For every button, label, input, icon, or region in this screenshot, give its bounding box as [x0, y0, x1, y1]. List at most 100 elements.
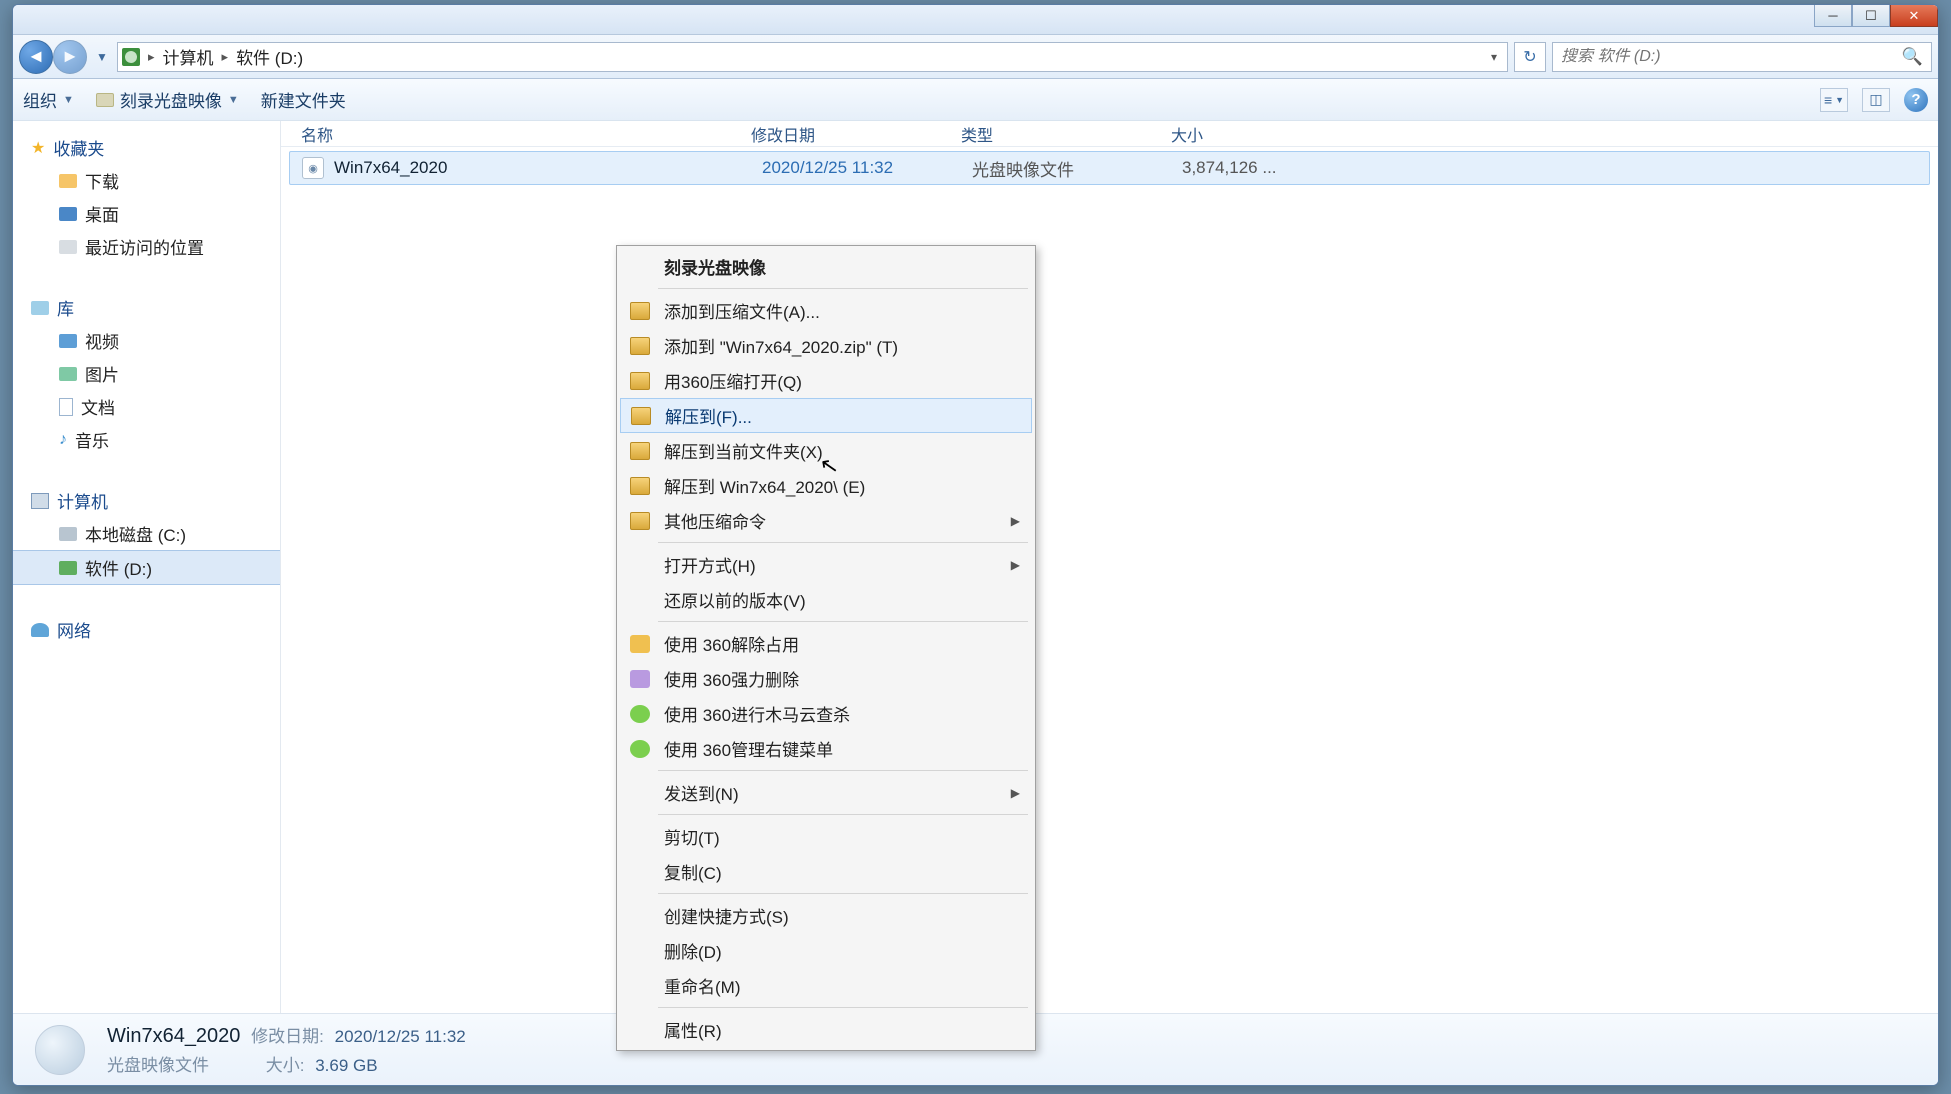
sidebar-libraries: 库 视频 图片 文档 ♪音乐 — [13, 291, 280, 456]
col-name[interactable]: 名称 — [301, 122, 751, 146]
360-icon — [630, 705, 650, 723]
sidebar-item-desktop[interactable]: 桌面 — [13, 197, 280, 230]
location-icon — [122, 48, 140, 66]
close-button[interactable]: ✕ — [1890, 5, 1938, 27]
ctx-extract-to-named[interactable]: 解压到 Win7x64_2020\ (E) — [620, 468, 1032, 503]
window-controls: ─ ☐ ✕ — [1814, 5, 1938, 27]
search-input[interactable] — [1561, 48, 1902, 66]
search-icon: 🔍 — [1902, 47, 1923, 67]
maximize-button[interactable]: ☐ — [1852, 5, 1890, 27]
breadcrumb-sep-icon: ▸ — [222, 49, 229, 65]
search-box[interactable]: 🔍 — [1552, 42, 1932, 72]
new-folder-button[interactable]: 新建文件夹 — [261, 87, 346, 112]
ctx-360-manage-menu[interactable]: 使用 360管理右键菜单 — [620, 731, 1032, 766]
submenu-arrow-icon: ▶ — [1011, 786, 1020, 800]
ctx-add-to-zip[interactable]: 添加到 "Win7x64_2020.zip" (T) — [620, 328, 1032, 363]
titlebar: ─ ☐ ✕ — [13, 5, 1938, 35]
ctx-separator — [658, 770, 1028, 771]
sidebar-network-header[interactable]: 网络 — [13, 613, 280, 646]
preview-pane-button[interactable]: ◫ — [1862, 88, 1890, 112]
ctx-extract-to[interactable]: 解压到(F)... — [620, 398, 1032, 433]
history-dropdown[interactable]: ▼ — [93, 50, 111, 64]
sidebar-item-music[interactable]: ♪音乐 — [13, 423, 280, 456]
sidebar-favorites-header[interactable]: ★ 收藏夹 — [13, 131, 280, 164]
ctx-separator — [658, 893, 1028, 894]
breadcrumb-current[interactable]: 软件 (D:) — [236, 44, 303, 69]
archive-icon — [630, 512, 650, 530]
network-icon — [31, 623, 49, 637]
disc-icon — [96, 93, 114, 107]
sidebar-item-drive-d[interactable]: 软件 (D:) — [13, 550, 280, 585]
chevron-down-icon: ▼ — [228, 94, 239, 106]
ctx-send-to[interactable]: 发送到(N)▶ — [620, 775, 1032, 810]
ctx-360-trojan-scan[interactable]: 使用 360进行木马云查杀 — [620, 696, 1032, 731]
iso-file-icon: ◉ — [302, 157, 324, 179]
ctx-open-with-360zip[interactable]: 用360压缩打开(Q) — [620, 363, 1032, 398]
sidebar-item-drive-c[interactable]: 本地磁盘 (C:) — [13, 517, 280, 550]
sidebar-item-videos[interactable]: 视频 — [13, 324, 280, 357]
archive-icon — [630, 477, 650, 495]
view-options-button[interactable]: ≡ ▼ — [1820, 88, 1848, 112]
sidebar-item-documents[interactable]: 文档 — [13, 390, 280, 423]
details-date-label: 修改日期: — [251, 1027, 324, 1046]
ctx-burn-disc-image[interactable]: 刻录光盘映像 — [620, 249, 1032, 284]
ctx-rename[interactable]: 重命名(M) — [620, 968, 1032, 1003]
refresh-button[interactable]: ↻ — [1514, 42, 1546, 72]
ctx-delete[interactable]: 删除(D) — [620, 933, 1032, 968]
details-text: Win7x64_2020 修改日期: 2020/12/25 11:32 光盘映像… — [107, 1020, 466, 1079]
360-icon — [630, 635, 650, 653]
sidebar-libraries-header[interactable]: 库 — [13, 291, 280, 324]
details-size-value: 3.69 GB — [315, 1056, 377, 1075]
ctx-360-unlock[interactable]: 使用 360解除占用 — [620, 626, 1032, 661]
col-type[interactable]: 类型 — [961, 122, 1171, 146]
col-date[interactable]: 修改日期 — [751, 122, 961, 146]
burn-label: 刻录光盘映像 — [120, 87, 222, 112]
ctx-extract-here[interactable]: 解压到当前文件夹(X) — [620, 433, 1032, 468]
desktop-icon — [59, 207, 77, 221]
library-icon — [31, 301, 49, 315]
col-size[interactable]: 大小 — [1171, 122, 1321, 146]
chevron-down-icon: ▼ — [63, 94, 74, 106]
file-date: 2020/12/25 11:32 — [762, 158, 972, 178]
360-icon — [630, 670, 650, 688]
forward-button[interactable]: ► — [53, 40, 87, 74]
sidebar-item-pictures[interactable]: 图片 — [13, 357, 280, 390]
sidebar-favorites: ★ 收藏夹 下载 桌面 最近访问的位置 — [13, 131, 280, 263]
organize-menu[interactable]: 组织 ▼ — [23, 87, 74, 112]
ctx-restore-previous[interactable]: 还原以前的版本(V) — [620, 582, 1032, 617]
sidebar-item-downloads[interactable]: 下载 — [13, 164, 280, 197]
sidebar-computer: 计算机 本地磁盘 (C:) 软件 (D:) — [13, 484, 280, 585]
star-icon: ★ — [31, 138, 45, 158]
file-list-area: 名称 修改日期 类型 大小 ◉ Win7x64_2020 2020/12/25 … — [281, 121, 1938, 1013]
sidebar-computer-header[interactable]: 计算机 — [13, 484, 280, 517]
file-row[interactable]: ◉ Win7x64_2020 2020/12/25 11:32 光盘映像文件 3… — [289, 151, 1930, 185]
360-icon — [630, 740, 650, 758]
ctx-other-compression[interactable]: 其他压缩命令▶ — [620, 503, 1032, 538]
archive-icon — [631, 407, 651, 425]
toolbar: 组织 ▼ 刻录光盘映像 ▼ 新建文件夹 ≡ ▼ ◫ ? — [13, 79, 1938, 121]
nav-arrows: ◄ ► — [19, 40, 87, 74]
burn-image-button[interactable]: 刻录光盘映像 ▼ — [96, 87, 239, 112]
picture-icon — [59, 367, 77, 381]
archive-icon — [630, 337, 650, 355]
ctx-open-with[interactable]: 打开方式(H)▶ — [620, 547, 1032, 582]
breadcrumb-root[interactable]: 计算机 — [163, 44, 214, 69]
ctx-properties[interactable]: 属性(R) — [620, 1012, 1032, 1047]
address-bar[interactable]: ▸ 计算机 ▸ 软件 (D:) ▾ — [117, 42, 1508, 72]
new-folder-label: 新建文件夹 — [261, 87, 346, 112]
back-button[interactable]: ◄ — [19, 40, 53, 74]
ctx-separator — [658, 814, 1028, 815]
ctx-copy[interactable]: 复制(C) — [620, 854, 1032, 889]
minimize-button[interactable]: ─ — [1814, 5, 1852, 27]
archive-icon — [630, 372, 650, 390]
video-icon — [59, 334, 77, 348]
document-icon — [59, 398, 73, 416]
ctx-cut[interactable]: 剪切(T) — [620, 819, 1032, 854]
help-button[interactable]: ? — [1904, 88, 1928, 112]
sidebar: ★ 收藏夹 下载 桌面 最近访问的位置 库 视频 图片 文档 ♪音乐 — [13, 121, 281, 1013]
ctx-add-to-archive[interactable]: 添加到压缩文件(A)... — [620, 293, 1032, 328]
address-dropdown-icon[interactable]: ▾ — [1485, 50, 1503, 64]
ctx-360-force-delete[interactable]: 使用 360强力删除 — [620, 661, 1032, 696]
sidebar-item-recent[interactable]: 最近访问的位置 — [13, 230, 280, 263]
ctx-create-shortcut[interactable]: 创建快捷方式(S) — [620, 898, 1032, 933]
